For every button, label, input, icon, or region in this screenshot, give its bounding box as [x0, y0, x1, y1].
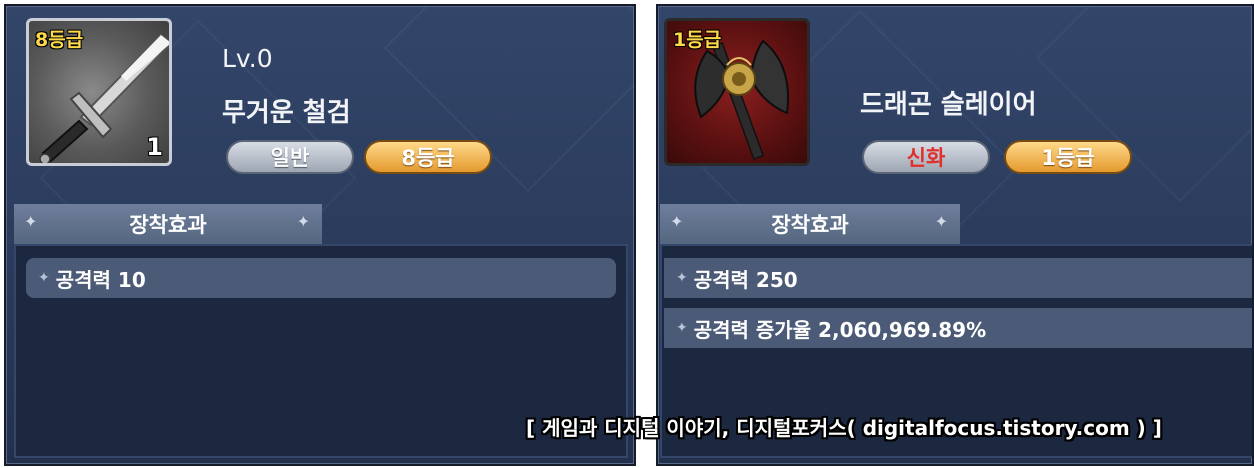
rarity-badge: 일반 — [226, 140, 354, 174]
item-count: 1 — [146, 133, 163, 161]
sparkle-icon: ✦ — [296, 212, 310, 231]
grade-badge: 8등급 — [364, 140, 492, 174]
tab-label: 장착효과 — [771, 213, 849, 237]
item-info-panel-right: 1등급 드래곤 슬레이어 신화 1등급 ✦ 장착효과 ✦ ✦ 공격력 250 ✦… — [656, 4, 1254, 466]
stat-row: ✦ 공격력 250 — [664, 258, 1252, 298]
tab-equip-effect[interactable]: ✦ 장착효과 ✦ — [14, 204, 322, 244]
item-name: 무거운 철검 — [222, 98, 351, 128]
stat-text: 공격력 10 — [55, 267, 146, 292]
stat-text: 공격력 증가율 2,060,969.89% — [693, 317, 987, 342]
stat-row: ✦ 공격력 증가율 2,060,969.89% — [664, 308, 1252, 348]
item-name: 드래곤 슬레이어 — [860, 90, 1037, 120]
item-info-panel-left: 8등급 1 Lv.0 무거운 철검 일반 8등급 ✦ 장착효과 ✦ ✦ 공격력 … — [4, 4, 636, 466]
item-level: Lv.0 — [222, 44, 273, 73]
item-grade-tag: 1등급 — [673, 29, 722, 51]
stat-row: ✦ 공격력 10 — [26, 258, 616, 298]
item-icon-frame[interactable]: 8등급 1 — [26, 18, 172, 166]
bullet-icon: ✦ — [676, 320, 688, 336]
rarity-badge: 신화 — [862, 140, 990, 174]
stat-text: 공격력 250 — [693, 267, 798, 292]
item-grade-tag: 8등급 — [35, 29, 84, 51]
grade-badge: 1등급 — [1004, 140, 1132, 174]
sparkle-icon: ✦ — [670, 212, 684, 231]
blog-watermark: [ 게임과 디지털 이야기, 디지털포커스( digitalfocus.tist… — [526, 415, 1162, 440]
item-icon-frame[interactable]: 1등급 — [664, 18, 810, 166]
bullet-icon: ✦ — [38, 270, 50, 286]
sparkle-icon: ✦ — [24, 212, 38, 231]
tab-equip-effect[interactable]: ✦ 장착효과 ✦ — [660, 204, 960, 244]
tab-label: 장착효과 — [129, 213, 207, 237]
sparkle-icon: ✦ — [934, 212, 948, 231]
bullet-icon: ✦ — [676, 270, 688, 286]
